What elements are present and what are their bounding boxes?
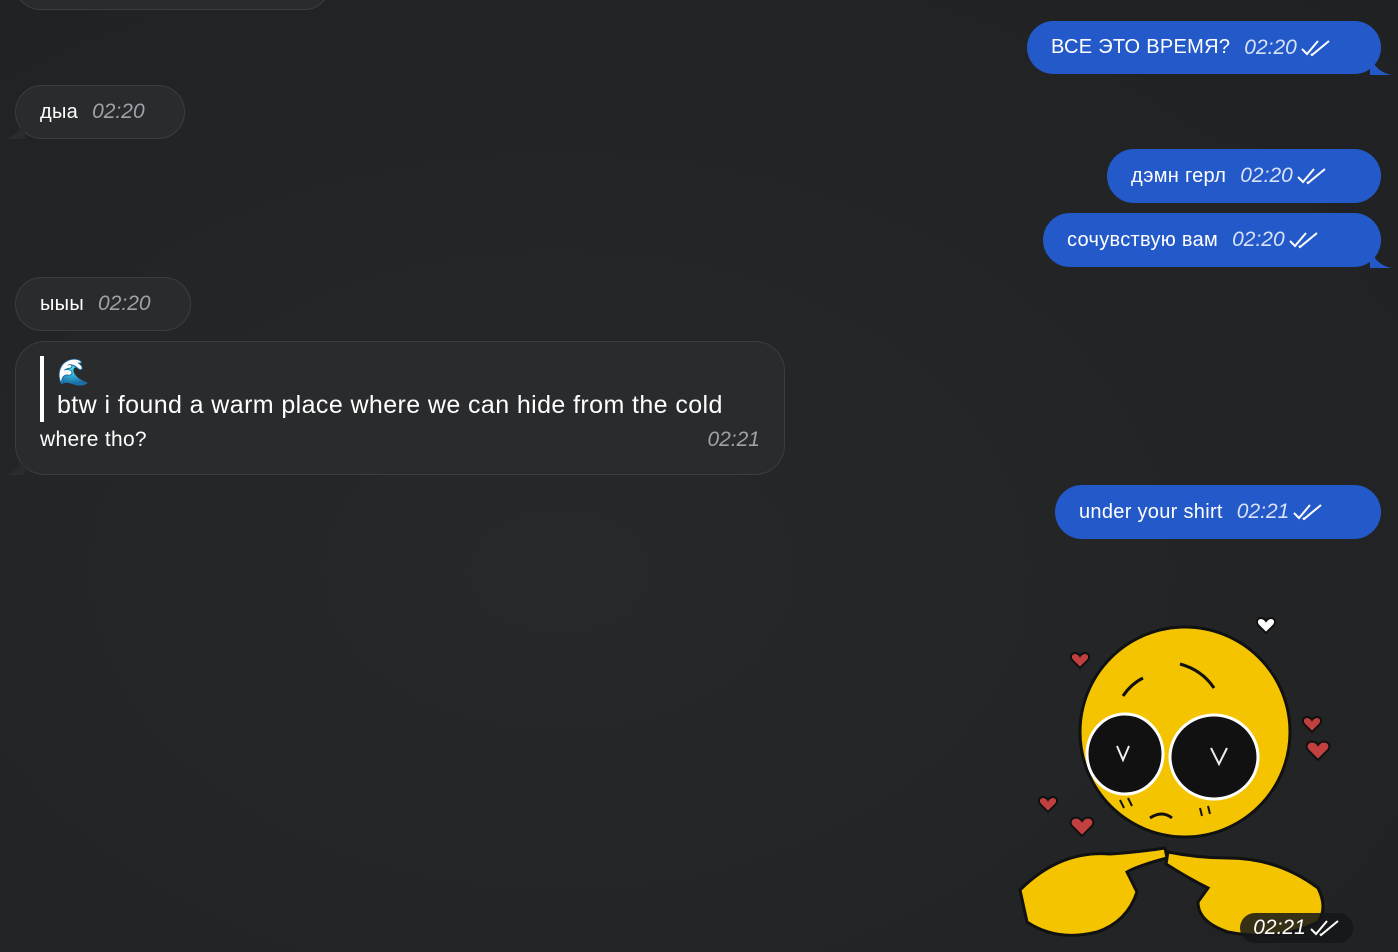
message-bubble-outgoing[interactable]: сочувствую вам 02:20 bbox=[1043, 213, 1381, 267]
message-bubble-incoming[interactable]: дыа 02:20 bbox=[15, 85, 185, 139]
quoted-text: btw i found a warm place where we can hi… bbox=[57, 391, 723, 419]
double-check-icon bbox=[1288, 231, 1319, 249]
eye-icon bbox=[1168, 713, 1260, 801]
bubble-tail bbox=[1370, 246, 1392, 268]
double-check-icon bbox=[1301, 39, 1331, 57]
double-check-icon bbox=[1310, 919, 1340, 937]
bubble-tail bbox=[3, 117, 25, 139]
reply-quote[interactable]: 🌊 btw i found a warm place where we can … bbox=[40, 356, 760, 422]
message-time: 02:21 bbox=[1253, 916, 1306, 939]
message-time: 02:20 bbox=[1240, 164, 1293, 187]
message-bubble-outgoing[interactable]: ВСЕ ЭТО ВРЕМЯ? 02:20 bbox=[1027, 21, 1381, 74]
message-text: сочувствую вам bbox=[1067, 228, 1219, 251]
message-time: 02:20 bbox=[1232, 228, 1285, 251]
message-text: where tho? bbox=[40, 428, 147, 451]
sticker-timestamp: 02:21 bbox=[1240, 913, 1353, 943]
message-bubble-incoming-reply[interactable]: 🌊 btw i found a warm place where we can … bbox=[15, 341, 785, 475]
message-bubble-incoming-partial[interactable] bbox=[15, 0, 330, 10]
bubble-tail bbox=[3, 453, 25, 475]
message-text: ыыы bbox=[40, 292, 85, 315]
wave-emoji-icon: 🌊 bbox=[57, 357, 90, 387]
shy-emoji-sticker[interactable] bbox=[1005, 610, 1350, 945]
message-time: 02:21 bbox=[1236, 500, 1290, 523]
message-bubble-incoming[interactable]: ыыы 02:20 bbox=[15, 277, 191, 331]
message-time: 02:20 bbox=[98, 292, 151, 315]
message-text: ВСЕ ЭТО ВРЕМЯ? bbox=[1051, 36, 1231, 58]
double-check-icon bbox=[1293, 503, 1323, 521]
left-hand bbox=[1018, 846, 1169, 937]
message-text: under your shirt bbox=[1079, 500, 1223, 523]
message-bubble-outgoing[interactable]: under your shirt 02:21 bbox=[1055, 485, 1381, 539]
double-check-icon bbox=[1297, 167, 1327, 185]
message-time: 02:21 bbox=[707, 428, 760, 451]
message-text: дыа bbox=[40, 100, 79, 123]
message-time: 02:20 bbox=[1244, 35, 1297, 59]
message-time: 02:20 bbox=[92, 100, 145, 123]
message-bubble-outgoing[interactable]: дэмн герл 02:20 bbox=[1107, 149, 1381, 203]
bubble-tail bbox=[1370, 53, 1392, 75]
message-text: дэмн герл bbox=[1131, 164, 1227, 187]
chat-area: ВСЕ ЭТО ВРЕМЯ? 02:20 дыа 02:20 дэмн герл… bbox=[0, 0, 1398, 952]
